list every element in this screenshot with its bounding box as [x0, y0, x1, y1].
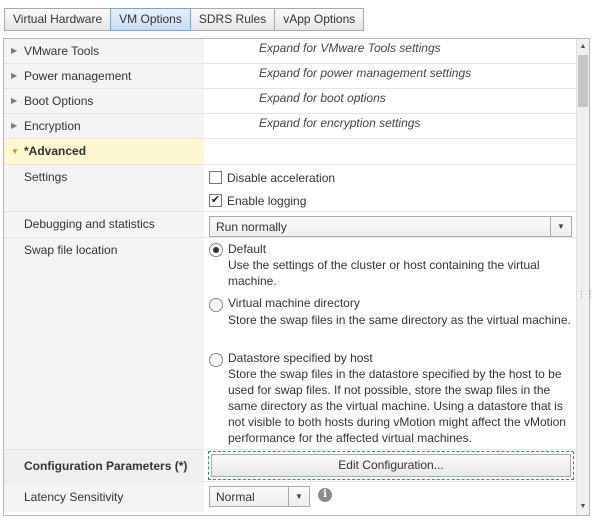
swap-datastore-desc: Store the swap files in the datastore sp…	[228, 367, 566, 445]
section-hint: Expand for encryption settings	[259, 116, 421, 130]
section-label: VMware Tools	[24, 44, 100, 58]
latency-select-value: Normal	[216, 490, 255, 504]
section-boot-options[interactable]: ▶ Boot Options Expand for boot options	[4, 89, 577, 114]
tab-vm-options[interactable]: VM Options	[110, 8, 190, 31]
scroll-up-icon[interactable]: ▲	[577, 41, 589, 53]
tab-vapp-options[interactable]: vApp Options	[274, 8, 365, 31]
swap-file-label: Swap file location	[24, 243, 118, 257]
vm-options-panel: ▶ VMware Tools Expand for VMware Tools s…	[3, 38, 590, 516]
latency-label: Latency Sensitivity	[24, 490, 124, 504]
enable-logging-checkbox[interactable]: ✔	[209, 194, 222, 207]
config-params-label: Configuration Parameters (*)	[24, 459, 188, 473]
checkmark-icon: ✔	[210, 194, 221, 206]
vertical-scrollbar[interactable]: ▲ ▼	[576, 39, 589, 515]
tab-virtual-hardware[interactable]: Virtual Hardware	[4, 8, 111, 31]
section-label: Power management	[24, 69, 132, 83]
swap-datastore-radio[interactable]	[209, 353, 223, 367]
caret-down-icon[interactable]: ▼	[550, 217, 571, 236]
swap-default-desc: Use the settings of the cluster or host …	[228, 258, 540, 288]
swap-file-row: Swap file location Default Use the setti…	[4, 238, 577, 450]
swap-vm-directory-desc: Store the swap files in the same directo…	[228, 313, 571, 327]
edit-configuration-focus-frame: Edit Configuration...	[208, 451, 574, 480]
tab-sdrs-rules[interactable]: SDRS Rules	[189, 8, 275, 31]
scroll-down-icon[interactable]: ▼	[577, 501, 589, 513]
disable-acceleration-label: Disable acceleration	[227, 171, 336, 185]
swap-vm-directory-title: Virtual machine directory	[228, 296, 360, 310]
chevron-down-icon: ▼	[11, 147, 19, 156]
resize-grip-icon[interactable]: ⋮⋮	[577, 289, 595, 299]
latency-row: Latency Sensitivity Normal ▼ i	[4, 482, 577, 512]
tab-bar: Virtual Hardware VM Options SDRS Rules v…	[4, 8, 365, 31]
section-advanced[interactable]: ▼ *Advanced	[4, 139, 577, 165]
swap-default-radio[interactable]	[209, 243, 223, 257]
caret-down-icon[interactable]: ▼	[288, 487, 309, 506]
debugging-select-value: Run normally	[216, 220, 287, 234]
swap-vm-directory-radio[interactable]	[209, 298, 223, 312]
latency-select[interactable]: Normal ▼	[209, 486, 310, 507]
chevron-right-icon: ▶	[11, 121, 18, 130]
disable-acceleration-checkbox[interactable]	[209, 171, 222, 184]
section-label: Boot Options	[24, 94, 94, 108]
section-vmware-tools[interactable]: ▶ VMware Tools Expand for VMware Tools s…	[4, 39, 577, 64]
chevron-right-icon: ▶	[11, 96, 18, 105]
info-icon[interactable]: i	[318, 488, 332, 502]
section-label: *Advanced	[24, 144, 87, 158]
swap-default-title: Default	[228, 242, 267, 256]
settings-label: Settings	[24, 170, 68, 184]
debugging-row: Debugging and statistics Run normally ▼	[4, 212, 577, 238]
settings-row: Settings Disable acceleration ✔ Enable l…	[4, 165, 577, 212]
chevron-right-icon: ▶	[11, 46, 18, 55]
section-encryption[interactable]: ▶ Encryption Expand for encryption setti…	[4, 114, 577, 139]
debugging-label: Debugging and statistics	[24, 217, 155, 231]
edit-configuration-button[interactable]: Edit Configuration...	[211, 454, 571, 477]
section-hint: Expand for power management settings	[259, 66, 472, 80]
chevron-right-icon: ▶	[11, 71, 18, 80]
debugging-select[interactable]: Run normally ▼	[209, 216, 572, 237]
config-params-row: Configuration Parameters (*) Edit Config…	[4, 450, 577, 482]
section-hint: Expand for VMware Tools settings	[259, 41, 441, 55]
enable-logging-label: Enable logging	[227, 194, 307, 208]
swap-datastore-title: Datastore specified by host	[228, 351, 373, 365]
scroll-thumb[interactable]	[578, 55, 588, 107]
section-power-management[interactable]: ▶ Power management Expand for power mana…	[4, 64, 577, 89]
section-hint: Expand for boot options	[259, 91, 386, 105]
section-label: Encryption	[24, 119, 81, 133]
